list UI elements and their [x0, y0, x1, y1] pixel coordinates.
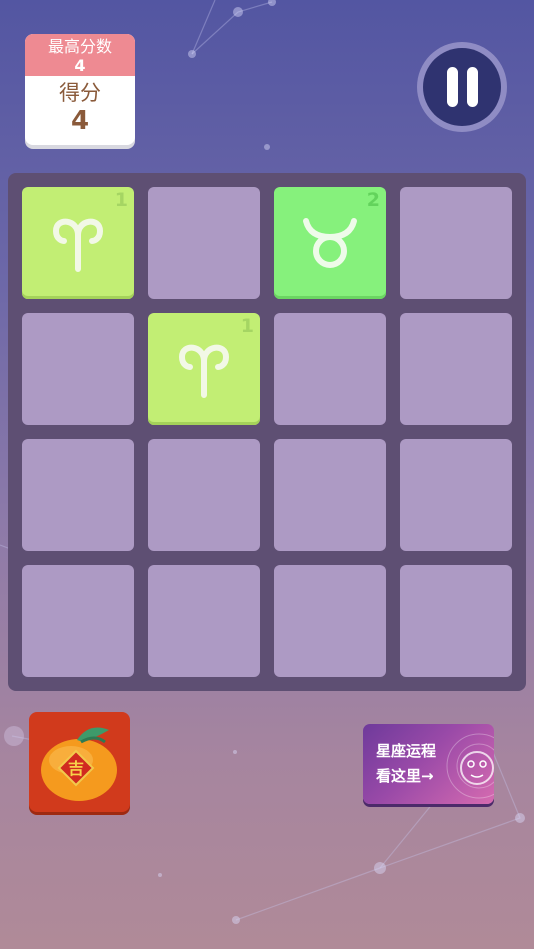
game-board[interactable]: 1 2 1 — [8, 173, 526, 691]
empty-cell — [274, 313, 386, 425]
current-score-value: 4 — [70, 106, 90, 136]
aries-icon — [178, 344, 230, 398]
empty-cell — [400, 565, 512, 677]
horoscope-line-1: 星座运程 — [376, 742, 437, 760]
score-card: 最高分数 4 得分 4 — [25, 34, 135, 145]
tile-level: 2 — [366, 189, 380, 211]
current-score-label: 得分 — [59, 81, 101, 105]
zodiac-wheel-icon — [446, 733, 494, 799]
empty-cell — [274, 439, 386, 551]
lucky-orange-button[interactable]: 吉 — [29, 712, 130, 812]
empty-cell — [148, 565, 260, 677]
aries-icon — [52, 218, 104, 272]
aries-tile: 1 — [148, 313, 260, 425]
empty-cell — [148, 187, 260, 299]
best-score-value: 4 — [74, 56, 86, 75]
empty-cell — [22, 313, 134, 425]
orange-charm-text: 吉 — [68, 759, 84, 778]
empty-cell — [22, 565, 134, 677]
tile-level: 1 — [240, 315, 254, 337]
empty-cell — [22, 439, 134, 551]
empty-cell — [274, 565, 386, 677]
empty-cell — [400, 187, 512, 299]
pause-button[interactable] — [417, 42, 507, 132]
taurus-tile: 2 — [274, 187, 386, 299]
empty-cell — [400, 313, 512, 425]
horoscope-line-2: 看这里→ — [376, 767, 434, 785]
best-score-header: 最高分数 4 — [25, 34, 135, 76]
best-score-label: 最高分数 — [47, 37, 112, 56]
empty-cell — [148, 439, 260, 551]
orange-icon: 吉 — [41, 727, 117, 801]
horoscope-banner-button[interactable]: 星座运程 看这里→ — [363, 724, 494, 804]
taurus-icon — [303, 218, 357, 268]
empty-cell — [400, 439, 512, 551]
aries-tile: 1 — [22, 187, 134, 299]
tile-level: 1 — [114, 189, 128, 211]
pause-icon — [423, 48, 501, 126]
